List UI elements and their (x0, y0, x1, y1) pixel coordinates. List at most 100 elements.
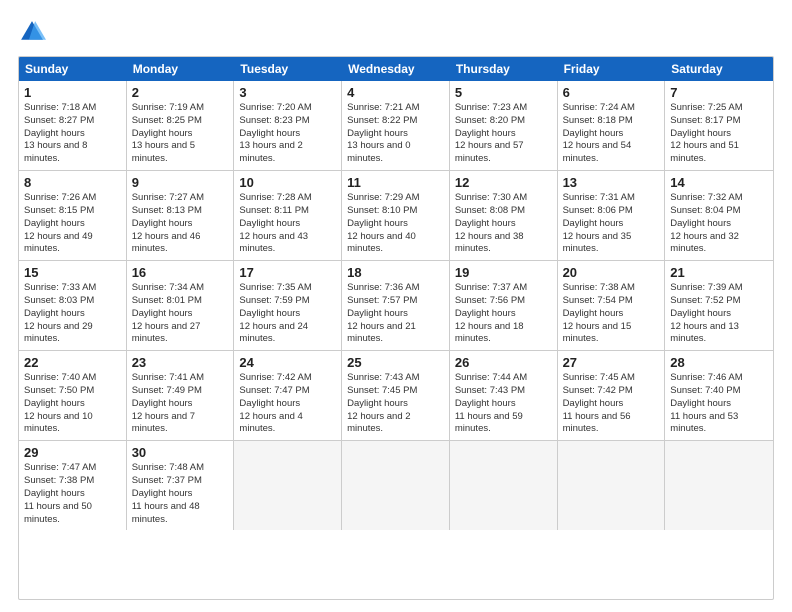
day-info: Sunrise: 7:34 AMSunset: 8:01 PMDaylight … (132, 282, 229, 346)
day-info: Sunrise: 7:24 AMSunset: 8:18 PMDaylight … (563, 102, 660, 166)
day-info: Sunrise: 7:44 AMSunset: 7:43 PMDaylight … (455, 372, 552, 436)
calendar-cell: 15 Sunrise: 7:33 AMSunset: 8:03 PMDayligh… (19, 261, 127, 350)
day-number: 19 (455, 265, 552, 280)
day-info: Sunrise: 7:25 AMSunset: 8:17 PMDaylight … (670, 102, 768, 166)
calendar-cell (450, 441, 558, 530)
calendar-cell: 24 Sunrise: 7:42 AMSunset: 7:47 PMDayligh… (234, 351, 342, 440)
day-info: Sunrise: 7:43 AMSunset: 7:45 PMDaylight … (347, 372, 444, 436)
header-day-monday: Monday (127, 57, 235, 81)
day-number: 14 (670, 175, 768, 190)
calendar-cell: 12 Sunrise: 7:30 AMSunset: 8:08 PMDayligh… (450, 171, 558, 260)
calendar: SundayMondayTuesdayWednesdayThursdayFrid… (18, 56, 774, 600)
day-number: 13 (563, 175, 660, 190)
logo (18, 18, 50, 46)
calendar-cell (665, 441, 773, 530)
page: SundayMondayTuesdayWednesdayThursdayFrid… (0, 0, 792, 612)
calendar-cell: 11 Sunrise: 7:29 AMSunset: 8:10 PMDayligh… (342, 171, 450, 260)
day-info: Sunrise: 7:40 AMSunset: 7:50 PMDaylight … (24, 372, 121, 436)
day-info: Sunrise: 7:27 AMSunset: 8:13 PMDaylight … (132, 192, 229, 256)
day-info: Sunrise: 7:31 AMSunset: 8:06 PMDaylight … (563, 192, 660, 256)
day-info: Sunrise: 7:30 AMSunset: 8:08 PMDaylight … (455, 192, 552, 256)
header-day-saturday: Saturday (665, 57, 773, 81)
day-number: 22 (24, 355, 121, 370)
calendar-cell: 14 Sunrise: 7:32 AMSunset: 8:04 PMDayligh… (665, 171, 773, 260)
calendar-cell: 17Sunrise: 7:35 AMSunset: 7:59 PMDayligh… (234, 261, 342, 350)
day-number: 17 (239, 265, 336, 280)
day-info: Sunrise: 7:47 AMSunset: 7:38 PMDaylight … (24, 462, 121, 526)
day-info: Sunrise: 7:26 AMSunset: 8:15 PMDaylight … (24, 192, 121, 256)
calendar-cell: 28 Sunrise: 7:46 AMSunset: 7:40 PMDayligh… (665, 351, 773, 440)
day-number: 5 (455, 85, 552, 100)
calendar-header: SundayMondayTuesdayWednesdayThursdayFrid… (19, 57, 773, 81)
day-info: Sunrise: 7:46 AMSunset: 7:40 PMDaylight … (670, 372, 768, 436)
calendar-cell: 26 Sunrise: 7:44 AMSunset: 7:43 PMDayligh… (450, 351, 558, 440)
day-info: Sunrise: 7:18 AMSunset: 8:27 PMDaylight … (24, 102, 121, 166)
header (18, 18, 774, 46)
calendar-cell: 10Sunrise: 7:28 AMSunset: 8:11 PMDayligh… (234, 171, 342, 260)
day-number: 26 (455, 355, 552, 370)
day-number: 6 (563, 85, 660, 100)
day-number: 2 (132, 85, 229, 100)
day-info: Sunrise: 7:19 AMSunset: 8:25 PMDaylight … (132, 102, 229, 166)
calendar-week-2: 8Sunrise: 7:26 AMSunset: 8:15 PMDaylight… (19, 171, 773, 261)
day-info: Sunrise: 7:48 AMSunset: 7:37 PMDaylight … (132, 462, 229, 526)
calendar-cell: 21 Sunrise: 7:39 AMSunset: 7:52 PMDayligh… (665, 261, 773, 350)
calendar-cell: 7 Sunrise: 7:25 AMSunset: 8:17 PMDaylight… (665, 81, 773, 170)
calendar-cell: 5Sunrise: 7:23 AMSunset: 8:20 PMDaylight… (450, 81, 558, 170)
day-number: 28 (670, 355, 768, 370)
calendar-cell: 8Sunrise: 7:26 AMSunset: 8:15 PMDaylight… (19, 171, 127, 260)
calendar-cell: 30 Sunrise: 7:48 AMSunset: 7:37 PMDayligh… (127, 441, 235, 530)
day-number: 20 (563, 265, 660, 280)
calendar-cell (342, 441, 450, 530)
day-number: 9 (132, 175, 229, 190)
calendar-cell: 27 Sunrise: 7:45 AMSunset: 7:42 PMDayligh… (558, 351, 666, 440)
day-number: 16 (132, 265, 229, 280)
day-number: 24 (239, 355, 336, 370)
calendar-body: 1 Sunrise: 7:18 AMSunset: 8:27 PMDaylight… (19, 81, 773, 530)
day-number: 25 (347, 355, 444, 370)
calendar-cell: 16 Sunrise: 7:34 AMSunset: 8:01 PMDayligh… (127, 261, 235, 350)
day-number: 10 (239, 175, 336, 190)
day-info: Sunrise: 7:32 AMSunset: 8:04 PMDaylight … (670, 192, 768, 256)
day-info: Sunrise: 7:42 AMSunset: 7:47 PMDaylight … (239, 372, 336, 436)
calendar-week-1: 1 Sunrise: 7:18 AMSunset: 8:27 PMDaylight… (19, 81, 773, 171)
logo-icon (18, 18, 46, 46)
header-day-thursday: Thursday (450, 57, 558, 81)
calendar-cell: 6 Sunrise: 7:24 AMSunset: 8:18 PMDaylight… (558, 81, 666, 170)
day-number: 12 (455, 175, 552, 190)
day-number: 18 (347, 265, 444, 280)
day-info: Sunrise: 7:45 AMSunset: 7:42 PMDaylight … (563, 372, 660, 436)
calendar-cell: 1 Sunrise: 7:18 AMSunset: 8:27 PMDaylight… (19, 81, 127, 170)
calendar-cell: 4Sunrise: 7:21 AMSunset: 8:22 PMDaylight… (342, 81, 450, 170)
day-number: 30 (132, 445, 229, 460)
header-day-sunday: Sunday (19, 57, 127, 81)
day-info: Sunrise: 7:39 AMSunset: 7:52 PMDaylight … (670, 282, 768, 346)
calendar-cell: 18 Sunrise: 7:36 AMSunset: 7:57 PMDayligh… (342, 261, 450, 350)
day-info: Sunrise: 7:21 AMSunset: 8:22 PMDaylight … (347, 102, 444, 166)
day-number: 15 (24, 265, 121, 280)
day-number: 7 (670, 85, 768, 100)
day-number: 21 (670, 265, 768, 280)
header-day-tuesday: Tuesday (234, 57, 342, 81)
day-info: Sunrise: 7:41 AMSunset: 7:49 PMDaylight … (132, 372, 229, 436)
day-number: 27 (563, 355, 660, 370)
calendar-cell: 2 Sunrise: 7:19 AMSunset: 8:25 PMDaylight… (127, 81, 235, 170)
day-info: Sunrise: 7:29 AMSunset: 8:10 PMDaylight … (347, 192, 444, 256)
day-info: Sunrise: 7:36 AMSunset: 7:57 PMDaylight … (347, 282, 444, 346)
calendar-cell: 20 Sunrise: 7:38 AMSunset: 7:54 PMDayligh… (558, 261, 666, 350)
header-day-friday: Friday (558, 57, 666, 81)
calendar-cell: 22 Sunrise: 7:40 AMSunset: 7:50 PMDayligh… (19, 351, 127, 440)
day-info: Sunrise: 7:37 AMSunset: 7:56 PMDaylight … (455, 282, 552, 346)
day-number: 1 (24, 85, 121, 100)
calendar-week-4: 22 Sunrise: 7:40 AMSunset: 7:50 PMDayligh… (19, 351, 773, 441)
calendar-cell (234, 441, 342, 530)
calendar-cell: 25 Sunrise: 7:43 AMSunset: 7:45 PMDayligh… (342, 351, 450, 440)
day-info: Sunrise: 7:33 AMSunset: 8:03 PMDaylight … (24, 282, 121, 346)
day-info: Sunrise: 7:20 AMSunset: 8:23 PMDaylight … (239, 102, 336, 166)
day-number: 3 (239, 85, 336, 100)
calendar-cell (558, 441, 666, 530)
day-number: 11 (347, 175, 444, 190)
calendar-cell: 23 Sunrise: 7:41 AMSunset: 7:49 PMDayligh… (127, 351, 235, 440)
day-number: 23 (132, 355, 229, 370)
day-info: Sunrise: 7:38 AMSunset: 7:54 PMDaylight … (563, 282, 660, 346)
